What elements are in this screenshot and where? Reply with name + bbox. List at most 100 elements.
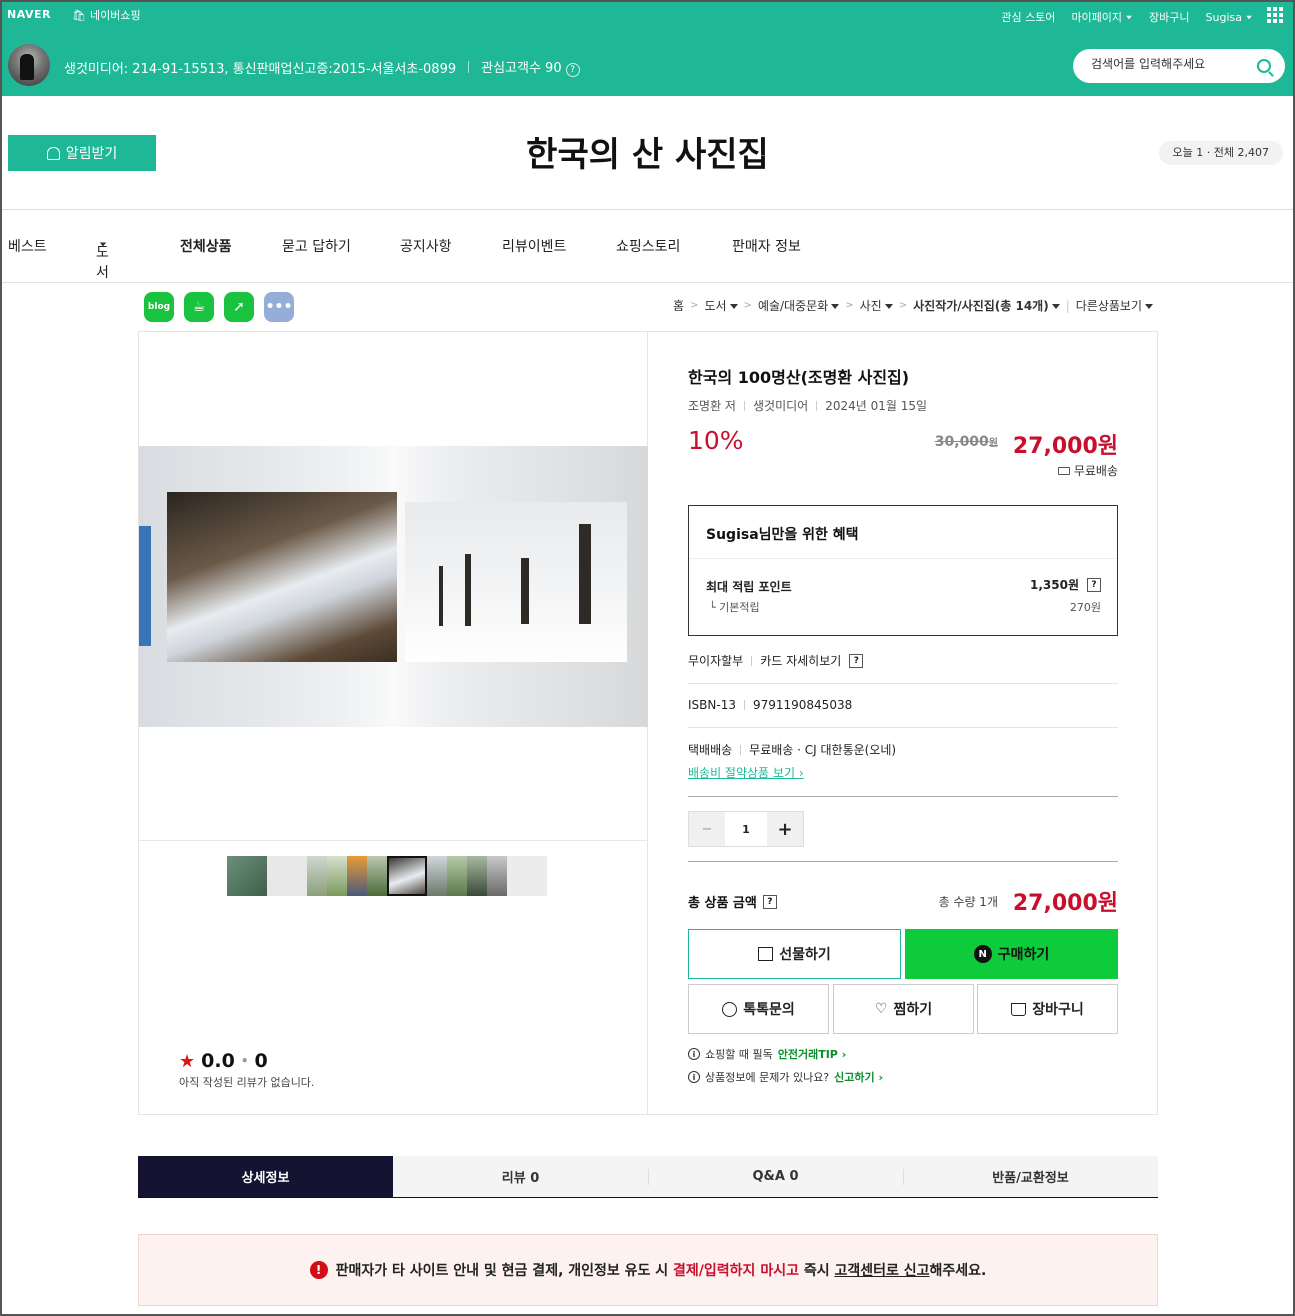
quantity-decrease-button[interactable]: −	[689, 812, 725, 846]
cafe-share-icon[interactable]: ☕	[184, 292, 214, 322]
help-icon[interactable]: ?	[565, 63, 580, 77]
quantity-increase-button[interactable]: +	[767, 812, 803, 846]
thumbnail[interactable]	[347, 856, 367, 896]
isbn-row: ISBN-13 9791190845038	[688, 698, 1118, 712]
chevron-right-icon: >	[743, 300, 752, 311]
tab-reviews[interactable]: 리뷰 0	[393, 1156, 648, 1197]
thumbnail[interactable]	[327, 856, 347, 896]
help-icon[interactable]: ?	[849, 653, 864, 668]
max-points: 1,350원 ?	[1030, 576, 1101, 593]
divider	[743, 400, 745, 411]
thumbnail[interactable]	[367, 856, 387, 896]
base-points-label: └ 기본적립	[709, 601, 760, 614]
cart-link[interactable]: 장바구니	[1149, 9, 1189, 25]
divider	[139, 840, 648, 841]
seller-avatar[interactable]	[8, 44, 50, 86]
product-main-image[interactable]	[139, 446, 648, 727]
rating-score: 0.0	[201, 1050, 235, 1072]
naver-logo[interactable]: NAVER	[7, 8, 51, 21]
breadcrumb-home[interactable]: 홈	[673, 297, 684, 314]
search-icon[interactable]	[1257, 59, 1271, 73]
benefit-title-text: 님만을 위한 혜택	[758, 527, 859, 543]
base-points-value: 270원	[1069, 601, 1101, 614]
nav-notice[interactable]: 공지사항	[400, 236, 452, 256]
page: NAVER 🛍 네이버쇼핑 관심 스토어 마이페이지 장바구니 Sugisa 생…	[0, 0, 1295, 1316]
chevron-right-icon: ›	[798, 766, 804, 780]
apps-grid-icon[interactable]	[1267, 7, 1283, 23]
visitor-count: 오늘 1 · 전체 2,407	[1158, 141, 1283, 165]
blog-share-icon[interactable]: blog	[144, 292, 174, 322]
quantity-input[interactable]: 1	[725, 812, 767, 846]
thumbnail[interactable]	[447, 856, 467, 896]
tab-qna[interactable]: Q&A 0	[648, 1156, 903, 1197]
customer-center-report-link[interactable]: 고객센터로 신고	[834, 1263, 929, 1279]
chevron-down-icon	[729, 304, 738, 309]
installment-row: 무이자할부 카드 자세히보기 ?	[688, 652, 1118, 669]
breadcrumb-art[interactable]: 예술/대중문화	[758, 297, 840, 314]
total-quantity: 총 수량 1개	[938, 895, 998, 909]
talktalk-inquiry-button[interactable]: 톡톡문의	[688, 984, 829, 1034]
search-input[interactable]	[1091, 57, 1251, 71]
nav-qna[interactable]: 묻고 답하기	[282, 236, 351, 256]
thumbnail[interactable]	[467, 856, 487, 896]
chevron-down-icon	[884, 304, 893, 309]
store-title[interactable]: 한국의 산 사진집	[2, 127, 1293, 176]
mypage-link[interactable]: 마이페이지	[1071, 9, 1133, 25]
nav-review-event[interactable]: 리뷰이벤트	[502, 236, 566, 256]
review-rating[interactable]: ★ 0.0 • 0	[179, 1050, 268, 1072]
isbn-label: ISBN-13	[688, 698, 736, 712]
favorite-stores-link[interactable]: 관심 스토어	[1001, 9, 1055, 25]
thumbnail[interactable]	[487, 856, 507, 896]
gift-button[interactable]: 선물하기	[688, 929, 901, 979]
chevron-down-icon	[99, 242, 107, 247]
nav-seller-info[interactable]: 판매자 정보	[732, 236, 801, 256]
breadcrumb-photographer-label: 사진작가/사진집(총 14개)	[913, 299, 1049, 313]
add-to-cart-button[interactable]: 장바구니	[977, 984, 1118, 1034]
breadcrumb-photographer[interactable]: 사진작가/사진집(총 14개)	[913, 297, 1060, 314]
shipping-saving-link[interactable]: 배송비 절약상품 보기 ›	[688, 764, 804, 781]
tab-return-exchange[interactable]: 반품/교환정보	[903, 1156, 1158, 1197]
thumbnail[interactable]	[427, 856, 447, 896]
star-icon: ★	[179, 1050, 196, 1072]
more-share-icon[interactable]: •••	[264, 292, 294, 322]
card-details-link[interactable]: 카드 자세히보기	[760, 652, 841, 669]
wishlist-button[interactable]: ♡ 찜하기	[833, 984, 974, 1034]
breadcrumb-photo[interactable]: 사진	[860, 297, 893, 314]
product-meta: 조명환 저 생것미디어 2024년 01월 15일	[688, 397, 927, 414]
shopping-bag-icon: 🛍	[72, 8, 86, 22]
quantity-stepper: − 1 +	[688, 811, 804, 847]
breadcrumb-other-products[interactable]: 다른상품보기	[1076, 297, 1153, 314]
safe-trade-tip-link[interactable]: 안전거래TIP ›	[778, 1046, 847, 1062]
help-icon[interactable]: ?	[1087, 577, 1101, 592]
chevron-right-icon: >	[845, 300, 854, 311]
info-icon: i	[688, 1071, 700, 1083]
nav-all-products[interactable]: 전체상품	[180, 236, 232, 256]
original-price: 30,000원	[935, 434, 998, 450]
breadcrumb-books[interactable]: 도서	[704, 297, 738, 314]
warning-text-emphasis: 결제/입력하지 마시고	[673, 1263, 799, 1279]
nav-shopping-story[interactable]: 쇼핑스토리	[616, 236, 680, 256]
buy-button[interactable]: N 구매하기	[905, 929, 1118, 979]
benefit-title: Sugisa님만을 위한 혜택	[706, 524, 859, 544]
naver-shopping-link[interactable]: 🛍 네이버쇼핑	[72, 7, 141, 23]
report-link[interactable]: 신고하기 ›	[834, 1069, 883, 1085]
thumbnail[interactable]	[507, 856, 547, 896]
tab-details[interactable]: 상세정보	[138, 1156, 393, 1197]
thumbnail-selected[interactable]	[387, 856, 427, 896]
detail-tabs: 상세정보 리뷰 0 Q&A 0 반품/교환정보	[138, 1156, 1158, 1198]
delivery-row: 택배배송 무료배송 · CJ 대한통운(오네)	[688, 741, 1118, 758]
shopping-bag-icon	[1011, 1002, 1027, 1016]
nav-best[interactable]: 베스트	[8, 236, 47, 256]
free-shipping-label: 무료배송	[1073, 464, 1118, 478]
store-nav: 베스트 도서 전체상품 묻고 답하기 공지사항 리뷰이벤트 쇼핑스토리 판매자 …	[2, 230, 1293, 281]
band-share-icon[interactable]: ➚	[224, 292, 254, 322]
user-menu[interactable]: Sugisa	[1206, 9, 1253, 25]
thumbnail[interactable]	[227, 856, 267, 896]
thumbnail[interactable]	[307, 856, 327, 896]
help-icon[interactable]: ?	[762, 894, 777, 909]
free-shipping: 무료배송	[1057, 462, 1118, 479]
thumbnail[interactable]	[267, 856, 307, 896]
fraud-warning-text: 판매자가 타 사이트 안내 및 현금 결제, 개인정보 유도 시 결제/입력하지…	[336, 1260, 987, 1280]
divider	[689, 558, 1117, 559]
divider	[688, 796, 1118, 797]
